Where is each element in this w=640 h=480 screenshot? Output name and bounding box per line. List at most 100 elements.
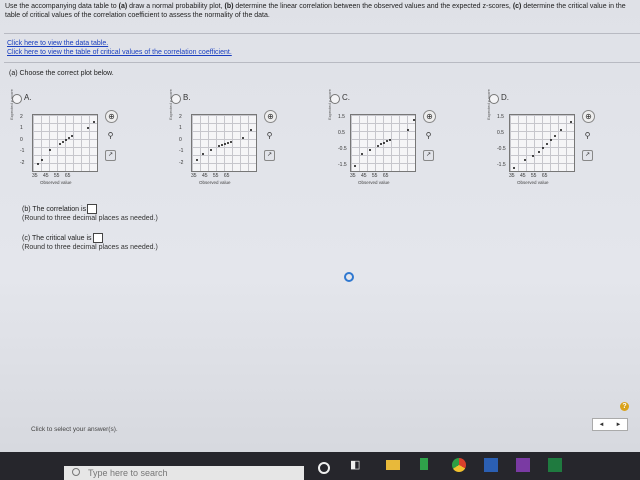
data-point (554, 135, 556, 137)
data-point (560, 129, 562, 131)
y-tick: -2 (179, 160, 184, 166)
instr-b: determine the linear correlation between… (233, 3, 513, 10)
y-tick: 0 (179, 137, 182, 143)
instr-a-marker: (a) (118, 3, 128, 10)
option-a: A. Expected z-score 2 1 0 -1 -2 35 45 55… (9, 89, 167, 192)
data-point (250, 129, 252, 131)
part-b: (b) The correlation is (Round to three d… (22, 204, 158, 223)
onenote-icon[interactable] (516, 458, 530, 472)
data-point (221, 144, 223, 146)
data-point (361, 153, 363, 155)
prev-arrow-icon[interactable]: ◄ (599, 422, 605, 428)
data-point (59, 143, 61, 145)
data-point (513, 167, 515, 169)
search-icon (72, 468, 80, 476)
zoom-out-icon[interactable]: ⚲ (582, 130, 593, 141)
taskbar: Type here to search ◧ (0, 452, 640, 480)
data-point (524, 159, 526, 161)
task-view-icon[interactable]: ◧ (350, 458, 364, 472)
y-axis-label: Expected z-score (9, 89, 14, 120)
data-point (386, 140, 388, 142)
question-nav: ◄ ► (592, 418, 628, 431)
zoom-in-icon[interactable]: ⊕ (264, 110, 277, 123)
chrome-icon[interactable] (452, 458, 466, 472)
data-point (407, 129, 409, 131)
normal-probability-plot (32, 114, 98, 172)
x-axis-label: Observed value (358, 180, 390, 185)
data-point (389, 139, 391, 141)
divider (4, 62, 640, 63)
expand-icon[interactable]: ↗ (423, 150, 434, 161)
data-point (380, 143, 382, 145)
correlation-answer-box[interactable] (87, 204, 98, 214)
help-icon[interactable]: ? (620, 402, 629, 411)
data-point (218, 145, 220, 147)
y-tick: -0.5 (497, 146, 506, 152)
taskbar-search[interactable]: Type here to search (64, 466, 304, 480)
y-tick: -2 (20, 160, 25, 166)
data-point (93, 121, 95, 123)
zoom-in-icon[interactable]: ⊕ (423, 110, 436, 123)
data-point (41, 159, 43, 161)
cortana-icon[interactable] (318, 462, 330, 474)
y-tick: 1.5 (497, 114, 504, 120)
x-axis-label: Observed value (517, 180, 549, 185)
browser-content: Use the accompanying data table to (a) d… (0, 0, 640, 462)
data-table-link[interactable]: Click here to view the data table. (7, 40, 108, 47)
part-b-prompt: (b) The correlation is (22, 205, 87, 213)
y-axis-label: Expected z-score (327, 89, 332, 120)
data-point (37, 163, 39, 165)
data-point (65, 139, 67, 141)
option-c: C. Expected z-score 1.5 0.5 -0.5 -1.5 35… (327, 89, 485, 192)
option-c-label: C. (342, 93, 350, 102)
x-ticks: 35 45 55 65 (509, 173, 548, 179)
data-point (383, 142, 385, 144)
zoom-out-icon[interactable]: ⚲ (264, 130, 275, 141)
file-explorer-icon[interactable] (386, 460, 400, 470)
data-point (87, 127, 89, 129)
next-arrow-icon[interactable]: ► (616, 422, 622, 428)
option-a-label: A. (24, 93, 32, 102)
divider (4, 33, 640, 34)
x-ticks: 35 45 55 65 (350, 173, 389, 179)
y-tick: 1 (179, 125, 182, 131)
y-tick: 0 (20, 137, 23, 143)
excel-icon[interactable] (548, 458, 562, 472)
word-icon[interactable] (484, 458, 498, 472)
part-c-hint: (Round to three decimal places as needed… (22, 244, 158, 251)
normal-probability-plot (191, 114, 257, 172)
normal-probability-plot (350, 114, 416, 172)
normal-probability-plot (509, 114, 575, 172)
x-axis-label: Observed value (199, 180, 231, 185)
expand-icon[interactable]: ↗ (582, 150, 593, 161)
zoom-in-icon[interactable]: ⊕ (105, 110, 118, 123)
part-c: (c) The critical value is (Round to thre… (22, 233, 158, 252)
data-point (532, 155, 534, 157)
data-point (230, 141, 232, 143)
x-ticks: 35 45 55 65 (32, 173, 71, 179)
data-point (354, 165, 356, 167)
y-tick: 2 (179, 114, 182, 120)
search-placeholder: Type here to search (88, 468, 168, 478)
data-point (542, 147, 544, 149)
part-b-hint: (Round to three decimal places as needed… (22, 215, 158, 222)
critical-value-answer-box[interactable] (92, 233, 103, 243)
data-point (196, 159, 198, 161)
instr-a: draw a normal probability plot, (127, 3, 225, 10)
data-point (210, 149, 212, 151)
option-d-label: D. (501, 93, 509, 102)
option-b: B. Expected z-score 2 1 0 -1 -2 35 45 55… (168, 89, 326, 192)
data-point (377, 145, 379, 147)
part-c-prompt: (c) The critical value is (22, 234, 92, 242)
data-point (68, 137, 70, 139)
zoom-in-icon[interactable]: ⊕ (582, 110, 595, 123)
app-icon[interactable] (420, 458, 428, 470)
y-tick: -1 (179, 148, 184, 154)
expand-icon[interactable]: ↗ (264, 150, 275, 161)
expand-icon[interactable]: ↗ (105, 150, 116, 161)
y-tick: -1 (20, 148, 25, 154)
zoom-out-icon[interactable]: ⚲ (423, 130, 434, 141)
y-tick: 0.5 (497, 130, 504, 136)
zoom-out-icon[interactable]: ⚲ (105, 130, 116, 141)
critical-values-link[interactable]: Click here to view the table of critical… (7, 49, 232, 56)
